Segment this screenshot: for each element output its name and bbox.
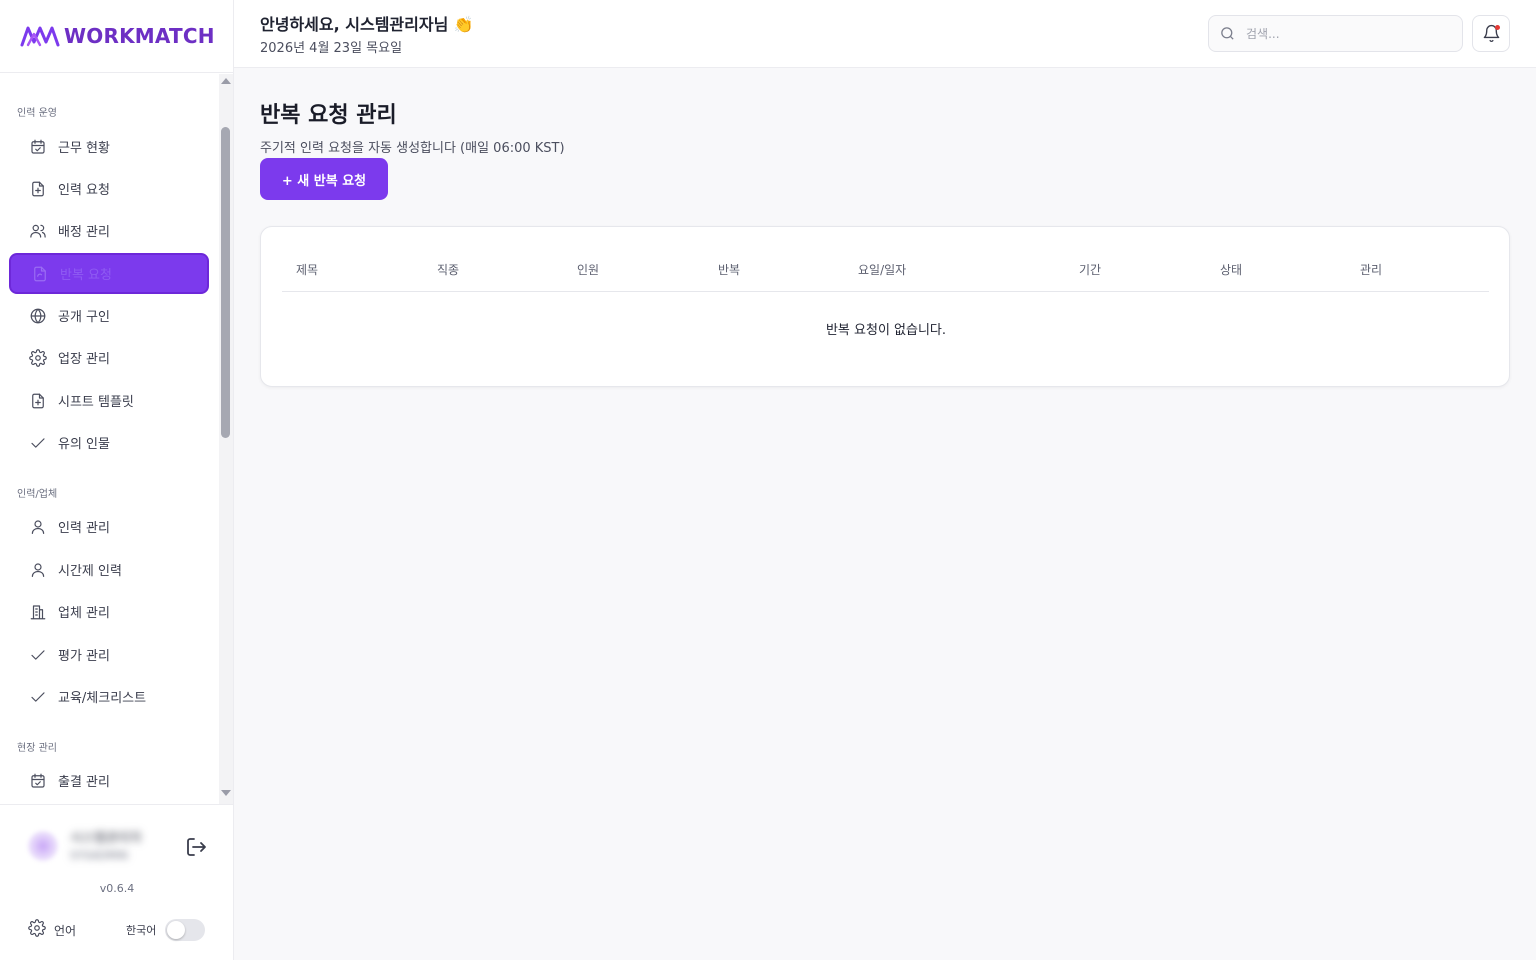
- sidebar-item-label: 인력 요청: [58, 183, 110, 198]
- sidebar-item-assignment[interactable]: 배정 관리: [9, 210, 209, 251]
- sidebar-item-label: 평가 관리: [58, 649, 110, 664]
- page-title: 반복 요청 관리: [260, 103, 397, 128]
- sidebar-item-label: 인력 관리: [58, 521, 110, 536]
- file-plus-icon: [29, 392, 47, 410]
- file-repeat-icon: [31, 265, 49, 283]
- sidebar-item-label: 업장 관리: [58, 352, 110, 367]
- sidebar-scroll-thumb[interactable]: [221, 127, 230, 438]
- current-date: 2026년 4월 23일 목요일: [260, 41, 403, 56]
- sidebar-item-label: 근무 현황: [58, 141, 110, 156]
- logo-text: WORKMATCH: [64, 24, 215, 48]
- sidebar-item-evaluation[interactable]: 평가 관리: [9, 634, 209, 675]
- sidebar-item-recurring-request[interactable]: 반복 요청: [9, 253, 209, 294]
- file-plus-icon: [29, 180, 47, 198]
- column-header-title[interactable]: 제목: [296, 261, 318, 278]
- gear-icon: [28, 919, 46, 941]
- gear-icon: [29, 348, 47, 367]
- recurring-requests-table: 제목 직종 인원 반복 요일/일자 기간 상태 관리 반복 요청이 없습니다.: [260, 226, 1510, 387]
- check-icon: [29, 434, 47, 452]
- search-box[interactable]: [1208, 15, 1463, 52]
- empty-state-message: 반복 요청이 없습니다.: [825, 323, 947, 338]
- logout-button[interactable]: [184, 835, 208, 859]
- sidebar-item-training[interactable]: 교육/체크리스트: [9, 676, 209, 717]
- table-header: 제목 직종 인원 반복 요일/일자 기간 상태 관리: [282, 227, 1489, 292]
- column-header-status[interactable]: 상태: [1220, 261, 1242, 278]
- page-subtitle: 주기적 인력 요청을 자동 생성합니다 (매일 06:00 KST): [260, 141, 565, 156]
- logout-icon: [187, 838, 206, 856]
- search-icon: [1221, 27, 1234, 40]
- avatar: [28, 831, 58, 861]
- sidebar-item-label: 시프트 템플릿: [58, 395, 134, 410]
- sidebar-item-label: 교육/체크리스트: [58, 691, 147, 706]
- user-icon: [29, 561, 47, 579]
- language-setting: 언어 한국어: [28, 918, 208, 942]
- workmatch-logo-icon: [20, 26, 60, 47]
- sidebar-item-workplace[interactable]: 업장 관리: [9, 337, 209, 378]
- toggle-knob: [167, 921, 185, 939]
- sidebar-item-part-time[interactable]: 시간제 인력: [9, 549, 209, 590]
- sidebar-item-label: 업체 관리: [58, 606, 110, 621]
- user-icon: [29, 518, 47, 536]
- globe-icon: [29, 307, 47, 325]
- sidebar-item-label: 배정 관리: [58, 225, 110, 240]
- column-header-actions[interactable]: 관리: [1360, 261, 1382, 278]
- sidebar-footer: 시스템관리자 SYSADMIN v0.6.4 언어 한국어: [0, 804, 234, 960]
- section-label-site: 현장 관리: [17, 743, 57, 754]
- scroll-up-arrow-icon[interactable]: [221, 78, 231, 84]
- sidebar-item-staff-request[interactable]: 인력 요청: [9, 168, 209, 209]
- calendar-check-icon: [29, 138, 47, 156]
- column-header-period[interactable]: 기간: [1079, 261, 1101, 278]
- building-icon: [29, 603, 47, 621]
- greeting: 안녕하세요, 시스템관리자님 👏: [260, 15, 474, 34]
- sidebar-item-public-recruit[interactable]: 공개 구인: [9, 295, 209, 336]
- logo[interactable]: WORKMATCH: [0, 0, 233, 73]
- calendar-check-icon: [29, 772, 47, 790]
- sidebar-item-label: 공개 구인: [58, 310, 110, 325]
- notification-button[interactable]: [1472, 15, 1510, 52]
- new-recurring-request-button[interactable]: + 새 반복 요청: [260, 158, 388, 200]
- app-version: v0.6.4: [99, 882, 135, 895]
- section-label-operations: 인력 운영: [17, 108, 57, 119]
- sidebar-item-work-status[interactable]: 근무 현황: [9, 126, 209, 167]
- column-header-job-type[interactable]: 직종: [437, 261, 459, 278]
- sidebar-item-attendance[interactable]: 출결 관리: [9, 760, 209, 801]
- users-icon: [29, 222, 47, 240]
- sidebar-item-label: 유의 인물: [58, 437, 110, 452]
- sidebar-item-label: 출결 관리: [58, 775, 110, 790]
- top-bar: 안녕하세요, 시스템관리자님 👏 2026년 4월 23일 목요일: [234, 0, 1536, 68]
- language-value: 한국어: [126, 924, 157, 937]
- sidebar-item-vendor[interactable]: 업체 관리: [9, 591, 209, 632]
- sidebar-item-watchlist[interactable]: 유의 인물: [9, 422, 209, 463]
- section-label-staff-vendor: 인력/업체: [17, 489, 58, 500]
- sidebar: WORKMATCH 인력 운영 근무 현황 인력 요청 배정 관리 반복 요청: [0, 0, 234, 960]
- column-header-day-date[interactable]: 요일/일자: [858, 261, 906, 278]
- sidebar-item-shift-template[interactable]: 시프트 템플릿: [9, 380, 209, 421]
- sidebar-item-label: 반복 요청: [60, 268, 112, 283]
- language-toggle[interactable]: [165, 919, 205, 941]
- sidebar-item-staff-management[interactable]: 인력 관리: [9, 506, 209, 547]
- user-name: 시스템관리자: [70, 831, 142, 846]
- column-header-repeat[interactable]: 반복: [718, 261, 740, 278]
- check-icon: [29, 688, 47, 706]
- check-icon: [29, 646, 47, 664]
- column-header-headcount[interactable]: 인원: [577, 261, 599, 278]
- sidebar-nav[interactable]: 인력 운영 근무 현황 인력 요청 배정 관리 반복 요청 공개 구인 업장 관…: [0, 74, 234, 804]
- language-label: 언어: [54, 923, 77, 938]
- search-input[interactable]: [1246, 26, 1446, 41]
- user-role: SYSADMIN: [70, 849, 128, 862]
- scroll-down-arrow-icon[interactable]: [221, 790, 231, 796]
- sidebar-item-label: 시간제 인력: [58, 564, 122, 579]
- notification-dot: [1495, 25, 1500, 30]
